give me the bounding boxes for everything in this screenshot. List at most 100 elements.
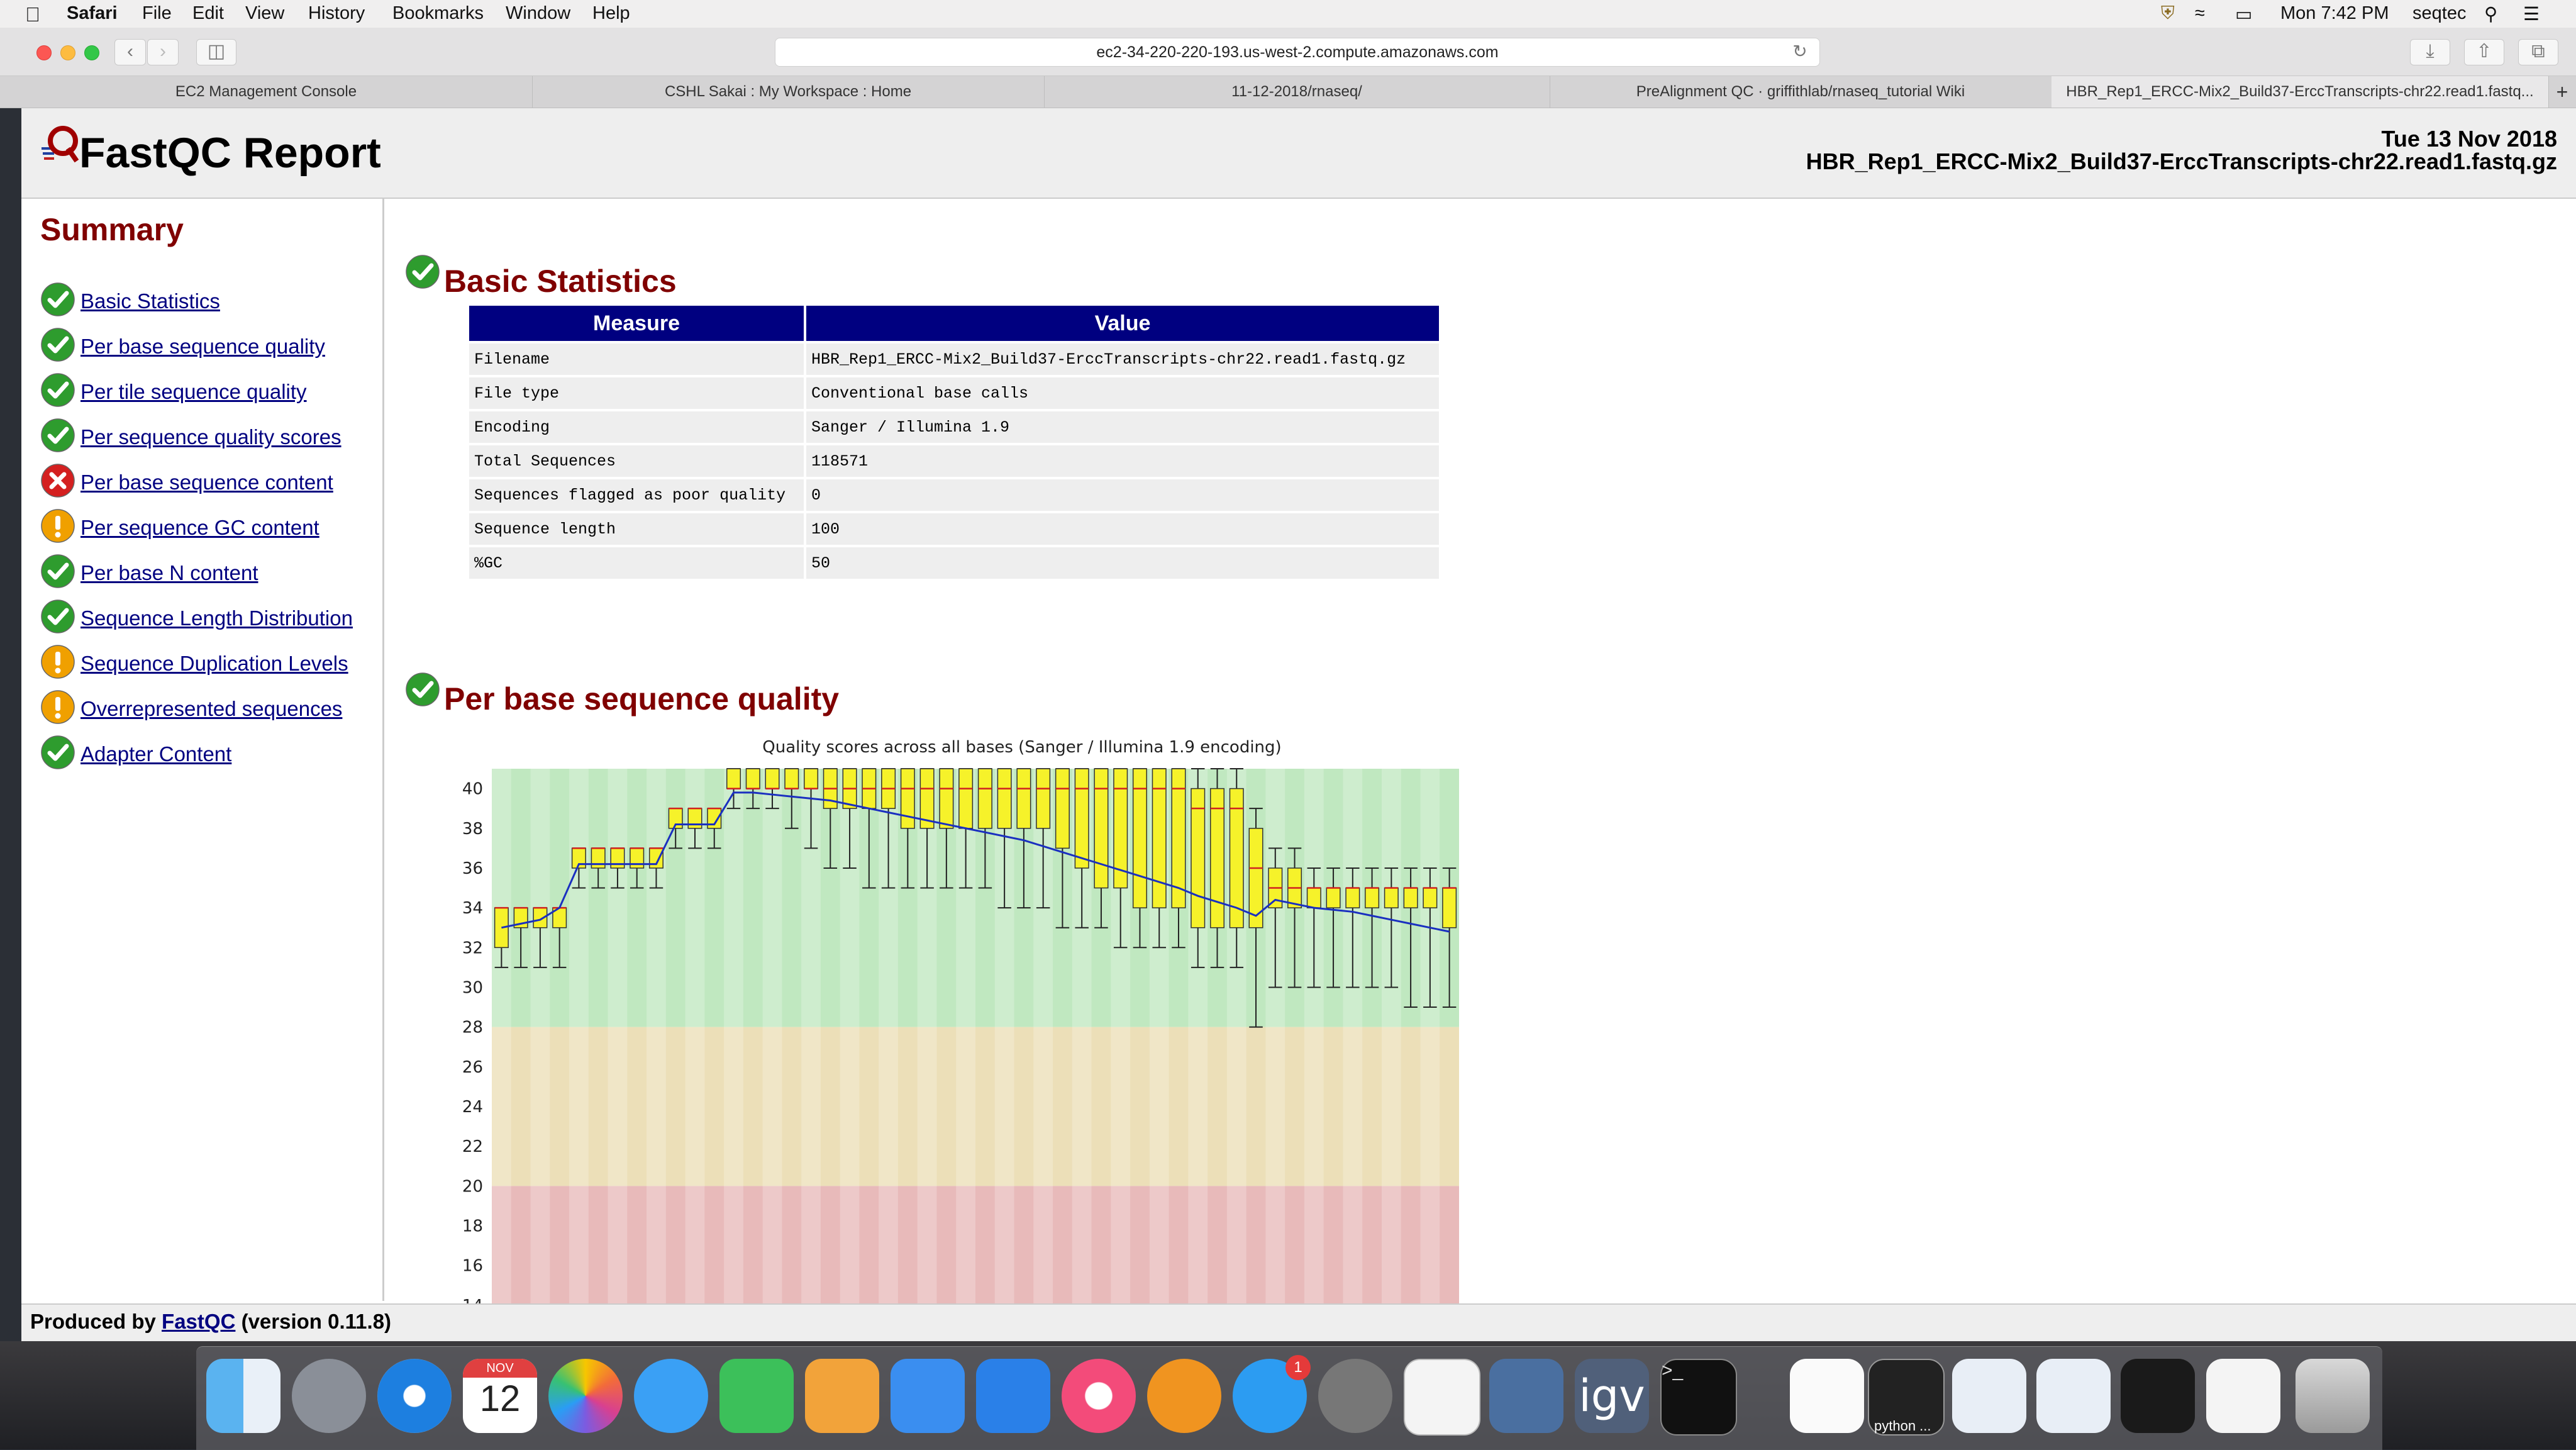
quality-box [1326, 887, 1341, 908]
column-header-value: Value [806, 306, 1439, 341]
menu-app-name[interactable]: Safari [67, 3, 118, 24]
menu-edit[interactable]: Edit [192, 3, 224, 24]
quality-box [1074, 768, 1089, 869]
warn-icon [40, 689, 75, 728]
menu-file[interactable]: File [142, 3, 172, 24]
pages-icon[interactable] [805, 1359, 879, 1433]
window-close-button[interactable] [36, 45, 52, 60]
tab-ec2-console[interactable]: EC2 Management Console [0, 76, 533, 108]
menu-clock[interactable]: Mon 7:42 PM [2280, 3, 2389, 24]
table-row: Total Sequences 118571 [469, 445, 1439, 477]
messages-icon[interactable] [634, 1359, 708, 1433]
forward-button[interactable]: › [147, 39, 179, 65]
launchpad-icon[interactable] [292, 1359, 366, 1433]
summary-link-basic-statistics[interactable]: Basic Statistics [80, 289, 220, 313]
menu-history[interactable]: History [308, 3, 365, 24]
terminal-icon[interactable]: >_ [1660, 1359, 1737, 1436]
numbers-icon[interactable] [891, 1359, 965, 1433]
trash-icon[interactable] [2296, 1359, 2370, 1433]
shield-icon[interactable]: ⛨ [2161, 3, 2175, 24]
measure-cell: Total Sequences [469, 445, 804, 477]
report-title: FastQC Report [79, 129, 381, 177]
python-window-label: python ... [1874, 1418, 1931, 1434]
ibooks-icon[interactable] [1147, 1359, 1221, 1433]
quality-box [1384, 887, 1399, 908]
share-icon[interactable]: ⇧ [2464, 39, 2504, 65]
calendar-day: 12 [479, 1378, 521, 1419]
quality-box [1442, 887, 1457, 929]
value-cell: HBR_Rep1_ERCC-Mix2_Build37-ErccTranscrip… [806, 343, 1439, 375]
downloads-icon[interactable]: ⤓ [2410, 39, 2450, 65]
fastqc-link[interactable]: FastQC [162, 1310, 235, 1333]
table-row: File type Conventional base calls [469, 377, 1439, 409]
tab-overview-icon[interactable]: ⧉ [2518, 39, 2558, 65]
quality-box [1036, 768, 1051, 829]
menu-view[interactable]: View [245, 3, 284, 24]
airplay-icon[interactable]: ▭ [2235, 3, 2252, 25]
tab-fastqc-report[interactable]: HBR_Rep1_ERCC-Mix2_Build37-ErccTranscrip… [2051, 76, 2549, 108]
reload-icon[interactable]: ↻ [1790, 41, 1809, 62]
summary-link-overrepresented[interactable]: Overrepresented sequences [80, 697, 342, 721]
measure-cell: Sequence length [469, 513, 804, 545]
menu-user[interactable]: seqtec [2412, 3, 2466, 24]
summary-link-length-distribution[interactable]: Sequence Length Distribution [80, 606, 353, 630]
photos-icon[interactable] [548, 1359, 623, 1433]
new-tab-button[interactable]: + [2548, 76, 2576, 108]
window-thumbnail-4[interactable] [2206, 1359, 2280, 1433]
safari-icon[interactable] [377, 1359, 452, 1433]
quality-box [1403, 887, 1418, 908]
igv-icon[interactable]: igv [1575, 1359, 1649, 1433]
quality-box [997, 768, 1012, 829]
app-store-icon[interactable]: 1 [1233, 1355, 1311, 1433]
menu-bookmarks[interactable]: Bookmarks [392, 3, 484, 24]
y-tick-label: 32 [462, 939, 483, 957]
per-base-quality-chart: 810121416182022242628303234363840 Qualit… [462, 738, 1459, 1303]
footer-text: Produced by FastQC (version 0.11.8) [30, 1310, 391, 1334]
tab-prealignment-qc[interactable]: PreAlignment QC · griffithlab/rnaseq_tut… [1550, 76, 2052, 108]
window-minimize-button[interactable] [60, 45, 75, 60]
calendar-icon[interactable]: NOV 12 [463, 1359, 537, 1433]
menu-help[interactable]: Help [592, 3, 630, 24]
quality-box [1055, 768, 1070, 849]
itunes-icon[interactable] [1062, 1359, 1136, 1433]
keynote-icon[interactable] [976, 1359, 1050, 1433]
summary-link-per-sequence-gc[interactable]: Per sequence GC content [80, 516, 319, 540]
textedit-icon[interactable] [1404, 1359, 1480, 1436]
window-zoom-button[interactable] [84, 45, 99, 60]
apple-menu-icon[interactable]:  [25, 3, 40, 26]
window-thumbnail-2[interactable] [2036, 1359, 2111, 1433]
document-icon[interactable] [1790, 1359, 1864, 1433]
window-thumbnail-1[interactable] [1952, 1359, 2026, 1433]
quality-box [630, 847, 645, 869]
window-thumbnail-3[interactable] [2121, 1359, 2195, 1433]
notification-center-icon[interactable]: ☰ [2523, 3, 2540, 25]
summary-link-per-tile-quality[interactable]: Per tile sequence quality [80, 380, 307, 404]
pass-icon [40, 372, 75, 411]
summary-link-duplication-levels[interactable]: Sequence Duplication Levels [80, 652, 348, 676]
wifi-icon[interactable]: ≈ [2195, 3, 2205, 24]
position-stripe [724, 769, 743, 1303]
y-tick-label: 18 [462, 1217, 483, 1236]
tab-cshl-sakai[interactable]: CSHL Sakai : My Workspace : Home [532, 76, 1045, 108]
address-bar[interactable]: ec2-34-220-220-193.us-west-2.compute.ama… [775, 38, 1820, 67]
warn-icon [40, 508, 75, 547]
sidebar-toggle-icon[interactable]: ◫ [196, 39, 236, 65]
menu-window[interactable]: Window [506, 3, 570, 24]
tab-rnaseq-dir[interactable]: 11-12-2018/rnaseq/ [1044, 76, 1550, 108]
summary-link-adapter-content[interactable]: Adapter Content [80, 742, 231, 766]
summary-link-per-base-quality[interactable]: Per base sequence quality [80, 335, 325, 359]
preview-icon[interactable] [1489, 1359, 1563, 1433]
quality-box [745, 768, 760, 789]
finder-icon[interactable] [206, 1359, 280, 1433]
back-button[interactable]: ‹ [114, 39, 146, 65]
quality-box [1423, 887, 1438, 908]
quality-box [804, 768, 819, 789]
section-title-basic-statistics: Basic Statistics [444, 264, 677, 299]
summary-link-per-base-content[interactable]: Per base sequence content [80, 471, 333, 494]
spotlight-search-icon[interactable]: ⚲ [2484, 3, 2497, 25]
summary-link-per-base-n[interactable]: Per base N content [80, 561, 258, 585]
summary-link-per-sequence-quality[interactable]: Per sequence quality scores [80, 425, 341, 449]
measure-cell: File type [469, 377, 804, 409]
system-preferences-icon[interactable] [1318, 1359, 1392, 1433]
facetime-icon[interactable] [719, 1359, 794, 1433]
